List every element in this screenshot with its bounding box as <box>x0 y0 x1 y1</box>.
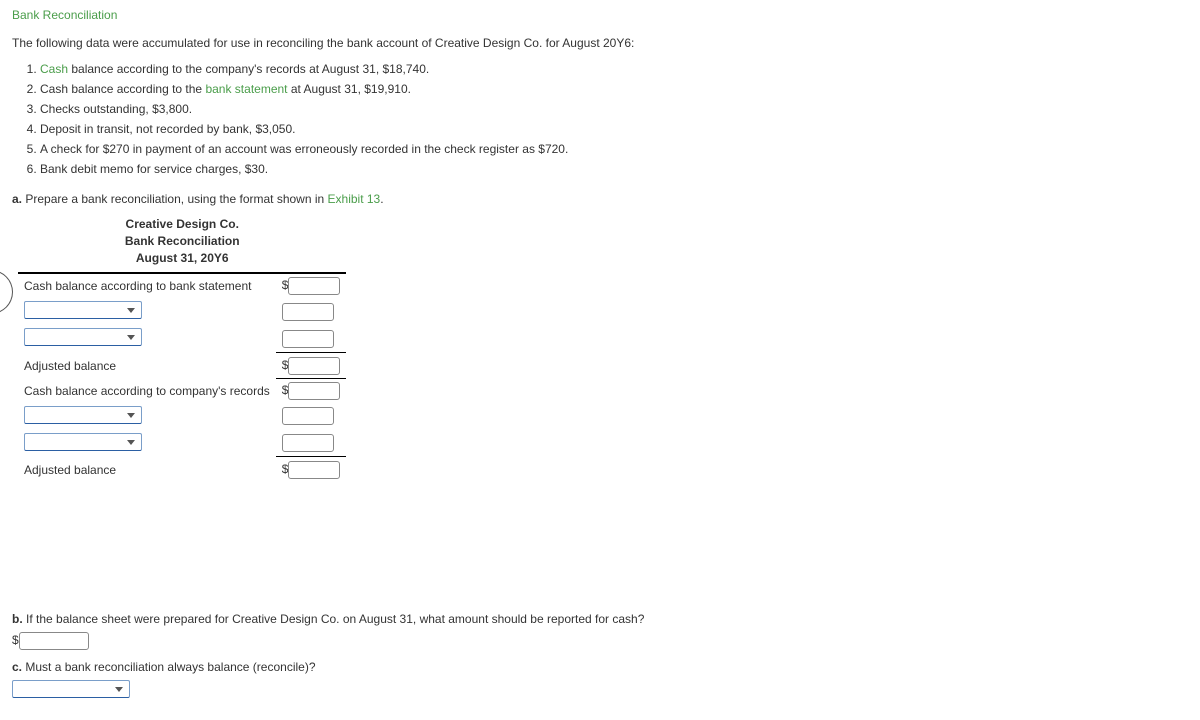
dollar-sign: $ <box>282 383 289 397</box>
comp-adj1-amount-input[interactable] <box>282 407 334 425</box>
reconciliation-table: Creative Design Co. Bank Reconciliation … <box>18 212 346 482</box>
dollar-sign: $ <box>12 633 19 647</box>
list-text: balance according to the company's recor… <box>68 62 429 76</box>
page-title: Bank Reconciliation <box>12 8 1188 22</box>
part-a-text2: . <box>380 192 383 206</box>
bank-adj1-amount-input[interactable] <box>282 303 334 321</box>
bank-adj-balance-input[interactable] <box>288 357 340 375</box>
dollar-sign: $ <box>282 278 289 292</box>
list-item: A check for $270 in payment of an accoun… <box>40 140 1188 158</box>
row-bank-stmt-label: Cash balance according to bank statement <box>18 274 276 298</box>
feedback-tab[interactable] <box>0 270 13 314</box>
company-rec-amount-input[interactable] <box>288 382 340 400</box>
list-text: Cash balance according to the <box>40 82 205 96</box>
part-b-label: b. <box>12 612 23 626</box>
comp-adj1-dropdown[interactable] <box>24 406 142 424</box>
list-item: Cash balance according to the bank state… <box>40 80 1188 98</box>
comp-adj2-dropdown[interactable] <box>24 433 142 451</box>
header-company: Creative Design Co. <box>78 216 286 233</box>
data-list: Cash balance according to the company's … <box>12 60 1188 178</box>
cash-link[interactable]: Cash <box>40 62 68 76</box>
bank-adj2-dropdown[interactable] <box>24 328 142 346</box>
part-b-prompt: b. If the balance sheet were prepared fo… <box>12 612 1188 626</box>
bank-adj2-amount-input[interactable] <box>282 330 334 348</box>
header-date: August 31, 20Y6 <box>78 250 286 267</box>
row-adj-bal-comp-label: Adjusted balance <box>18 457 276 483</box>
row-company-rec-label: Cash balance according to company's reco… <box>18 378 276 403</box>
dollar-sign: $ <box>282 462 289 476</box>
header-title: Bank Reconciliation <box>78 233 286 250</box>
list-item: Cash balance according to the company's … <box>40 60 1188 78</box>
part-c-text: Must a bank reconciliation always balanc… <box>22 660 315 674</box>
part-c-answer-row <box>12 680 1188 701</box>
part-a-text: Prepare a bank reconciliation, using the… <box>22 192 328 206</box>
part-a-label: a. <box>12 192 22 206</box>
row-adj-bal-bank-label: Adjusted balance <box>18 352 276 378</box>
list-item: Checks outstanding, $3,800. <box>40 100 1188 118</box>
comp-adj2-amount-input[interactable] <box>282 434 334 452</box>
part-c-dropdown[interactable] <box>12 680 130 698</box>
part-b-text: If the balance sheet were prepared for C… <box>23 612 645 626</box>
list-item: Bank debit memo for service charges, $30… <box>40 160 1188 178</box>
part-b-answer-row: $ <box>12 632 1188 650</box>
part-b-amount-input[interactable] <box>19 632 89 650</box>
exhibit-link[interactable]: Exhibit 13 <box>328 192 381 206</box>
list-text: at August 31, $19,910. <box>288 82 411 96</box>
bank-stmt-amount-input[interactable] <box>288 277 340 295</box>
comp-adj-balance-input[interactable] <box>288 461 340 479</box>
part-c-label: c. <box>12 660 22 674</box>
bank-adj1-dropdown[interactable] <box>24 301 142 319</box>
intro-text: The following data were accumulated for … <box>12 36 1188 50</box>
part-a-prompt: a. Prepare a bank reconciliation, using … <box>12 192 1188 206</box>
dollar-sign: $ <box>282 358 289 372</box>
part-c-prompt: c. Must a bank reconciliation always bal… <box>12 660 1188 674</box>
list-item: Deposit in transit, not recorded by bank… <box>40 120 1188 138</box>
recon-header: Creative Design Co. Bank Reconciliation … <box>18 212 346 274</box>
bank-statement-link[interactable]: bank statement <box>205 82 287 96</box>
